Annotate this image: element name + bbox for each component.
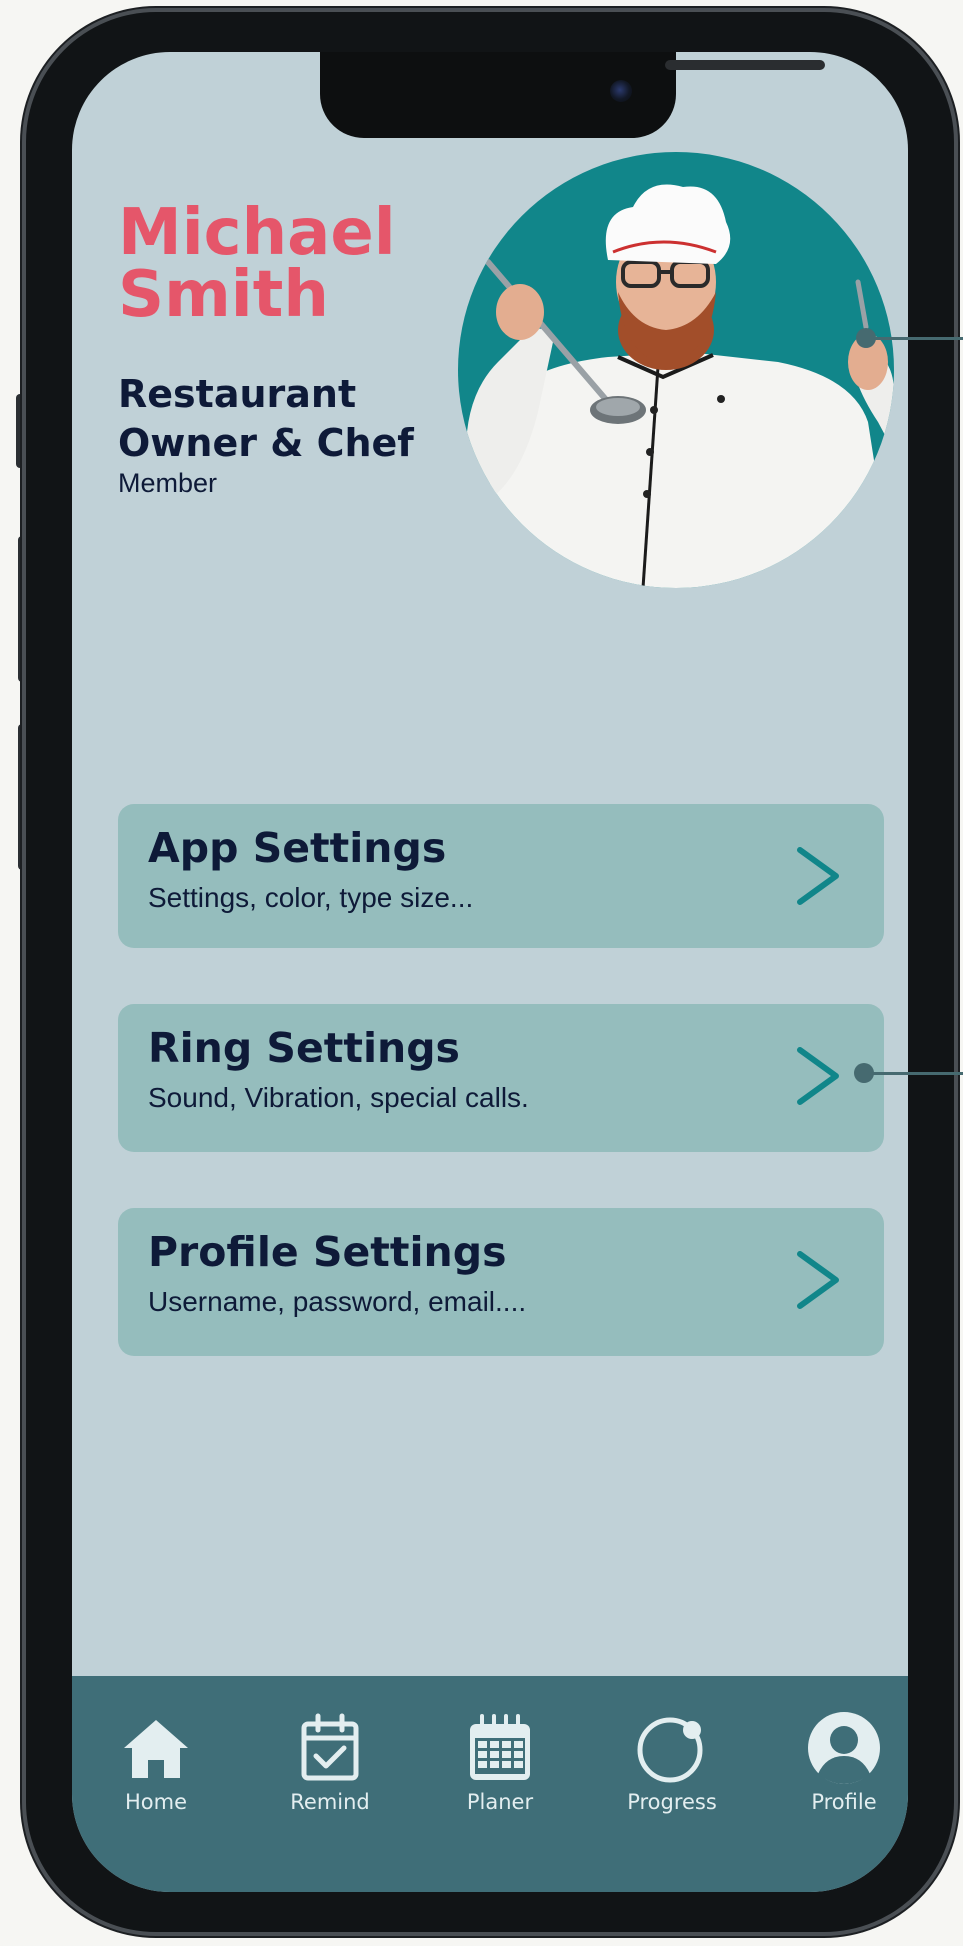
profile-role-line1: Restaurant: [118, 372, 357, 416]
user-icon: [808, 1712, 880, 1784]
front-camera: [610, 80, 632, 102]
annotation-line: [866, 337, 963, 340]
profile-name: Michael Smith: [118, 201, 418, 327]
speaker-grille: [665, 60, 825, 70]
chef-illustration: [466, 184, 894, 588]
profile-settings-title: Profile Settings: [148, 1228, 507, 1276]
profile-settings-button[interactable]: Profile Settings Username, password, ema…: [118, 1208, 884, 1356]
chevron-right-icon: [797, 847, 839, 905]
profile-role: Restaurant Owner & Chef: [118, 370, 438, 468]
chevron-right-icon: [797, 1251, 839, 1309]
profile-last-name: Smith: [118, 258, 329, 332]
phone-frame: Michael Smith Restaurant Owner & Chef Me…: [26, 12, 954, 1932]
nav-planer-label: Planer: [466, 1790, 534, 1814]
chevron-right-icon: [797, 1047, 839, 1105]
nav-remind-label: Remind: [290, 1790, 370, 1814]
ring-settings-title: Ring Settings: [148, 1024, 460, 1072]
profile-status: Member: [118, 468, 218, 498]
nav-home-label: Home: [124, 1790, 187, 1814]
nav-profile-label: Profile: [811, 1790, 877, 1814]
annotation-dot: [856, 328, 876, 348]
profile-role-line2: Owner & Chef: [118, 421, 414, 465]
annotation-line: [866, 1072, 963, 1075]
ring-settings-subtitle: Sound, Vibration, special calls.: [148, 1082, 529, 1113]
nav-progress-label: Progress: [627, 1790, 717, 1814]
ring-settings-button[interactable]: Ring Settings Sound, Vibration, special …: [118, 1004, 884, 1152]
nav-progress[interactable]: Progress: [602, 1710, 742, 1830]
notch: [320, 52, 825, 138]
profile-settings-subtitle: Username, password, email....: [148, 1286, 527, 1317]
progress-ring-icon: [637, 1717, 703, 1783]
nav-remind[interactable]: Remind: [260, 1710, 400, 1830]
profile-photo[interactable]: [458, 152, 894, 588]
nav-profile[interactable]: Profile: [774, 1710, 908, 1830]
bottom-navigation: Home Remind Planer Progress Profile: [72, 1676, 908, 1892]
app-screen: Michael Smith Restaurant Owner & Chef Me…: [72, 52, 908, 1892]
annotation-dot: [854, 1063, 874, 1083]
calendar-check-icon: [301, 1713, 359, 1781]
home-icon: [124, 1720, 188, 1778]
app-settings-subtitle: Settings, color, type size...: [148, 882, 474, 913]
nav-planer[interactable]: Planer: [430, 1710, 570, 1830]
nav-home[interactable]: Home: [86, 1710, 226, 1830]
calendar-grid-icon: [470, 1714, 530, 1780]
app-settings-button[interactable]: App Settings Settings, color, type size.…: [118, 804, 884, 948]
app-settings-title: App Settings: [148, 824, 447, 872]
